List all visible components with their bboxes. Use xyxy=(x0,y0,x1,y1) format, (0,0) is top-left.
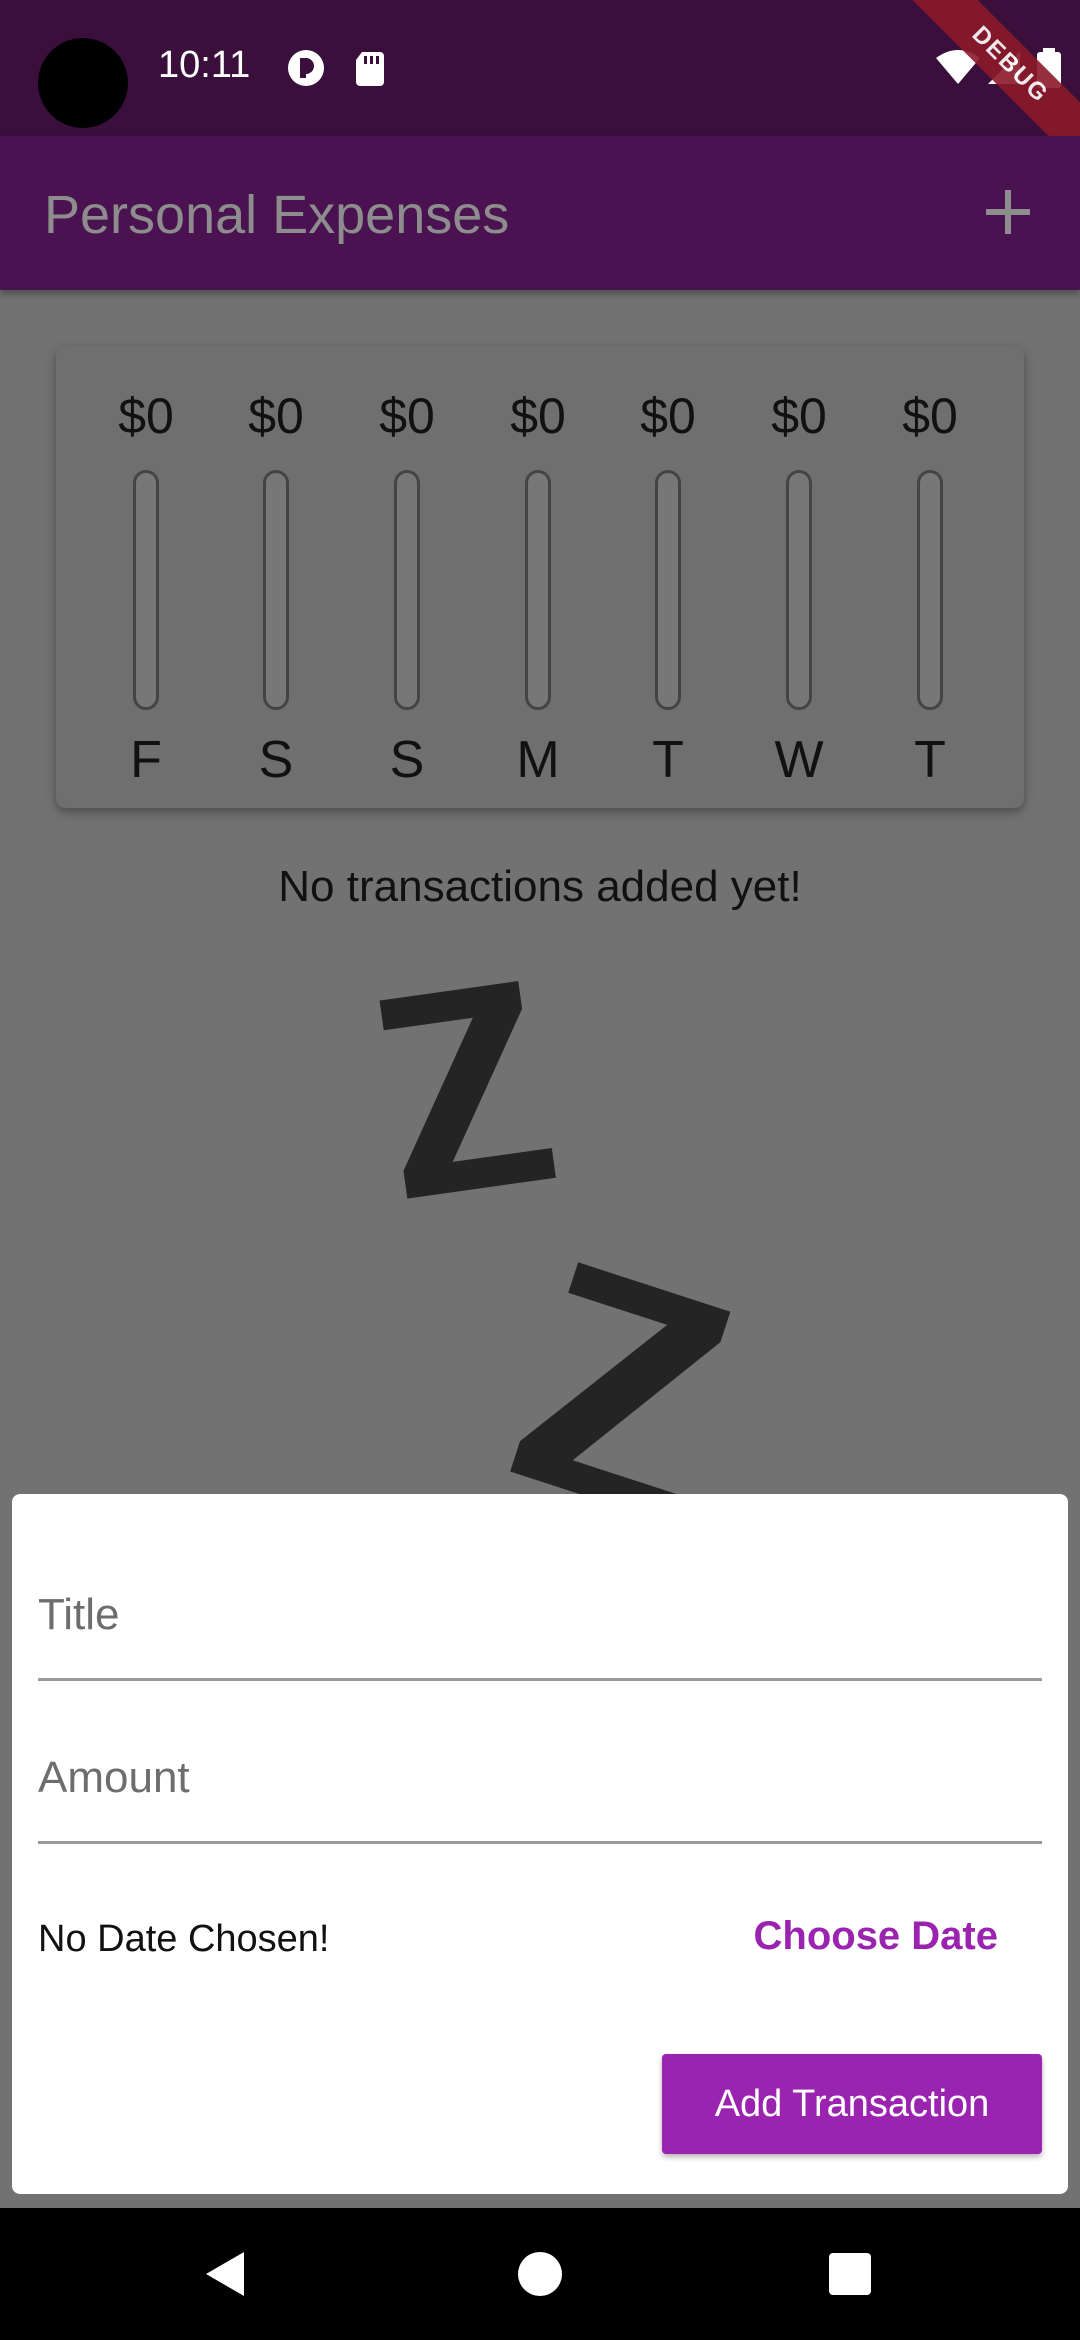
choose-date-button[interactable]: Choose Date xyxy=(754,1914,999,1959)
bar-amount: $0 xyxy=(640,388,696,444)
bar-track xyxy=(263,470,289,710)
zz-sleep-icon xyxy=(379,981,731,1494)
bar-amount: $0 xyxy=(248,388,304,444)
bar-day-label: M xyxy=(516,731,560,789)
system-nav-bar xyxy=(0,2208,1080,2340)
bar-day-label: S xyxy=(258,731,294,789)
add-icon[interactable] xyxy=(980,184,1036,240)
app-icon xyxy=(288,50,324,86)
chart-bar: $0 F xyxy=(86,376,206,796)
chart-bar: $0 S xyxy=(216,376,336,796)
bar-day-label: S xyxy=(389,731,425,789)
bar-amount: $0 xyxy=(118,388,174,444)
amount-placeholder: Amount xyxy=(38,1753,190,1802)
status-bar: 10:11 DEBUG xyxy=(0,0,1080,174)
amount-field[interactable]: Amount xyxy=(38,1721,1042,1844)
title-field[interactable]: Title xyxy=(38,1558,1042,1681)
bar-amount: $0 xyxy=(902,388,958,444)
home-icon[interactable] xyxy=(514,2248,566,2300)
bar-day-label: T xyxy=(914,731,946,789)
bar-track xyxy=(133,470,159,710)
status-time: 10:11 xyxy=(158,44,251,86)
app-bar: Personal Expenses xyxy=(0,136,1080,290)
chart-bar: $0 M xyxy=(478,376,598,796)
chart-bar: $0 W xyxy=(739,376,859,796)
add-transaction-button[interactable]: Add Transaction xyxy=(662,2054,1042,2154)
new-transaction-sheet: Title Amount No Date Chosen! Choose Date… xyxy=(12,1494,1068,2194)
weekly-chart-card: $0 F $0 S $0 S $0 M $0 T $0 W $0 T xyxy=(56,346,1024,808)
bar-track xyxy=(917,470,943,710)
app-title: Personal Expenses xyxy=(44,185,510,245)
bar-day-label: T xyxy=(652,731,684,789)
bar-track xyxy=(655,470,681,710)
camera-cutout xyxy=(38,38,128,128)
empty-state-message: No transactions added yet! xyxy=(278,862,802,911)
chosen-date-text: No Date Chosen! xyxy=(38,1918,330,1960)
bar-track xyxy=(394,470,420,710)
bar-track xyxy=(525,470,551,710)
chart-bar: $0 S xyxy=(347,376,467,796)
bar-day-label: W xyxy=(774,731,824,789)
chart-bar: $0 T xyxy=(608,376,728,796)
bar-amount: $0 xyxy=(510,388,566,444)
back-icon[interactable] xyxy=(200,2248,252,2300)
recents-icon[interactable] xyxy=(824,2248,876,2300)
chart-bar: $0 T xyxy=(870,376,990,796)
bar-track xyxy=(786,470,812,710)
bar-day-label: F xyxy=(130,731,162,789)
title-placeholder: Title xyxy=(38,1590,120,1639)
sd-card-icon xyxy=(356,52,384,86)
bar-amount: $0 xyxy=(379,388,435,444)
bar-amount: $0 xyxy=(771,388,827,444)
